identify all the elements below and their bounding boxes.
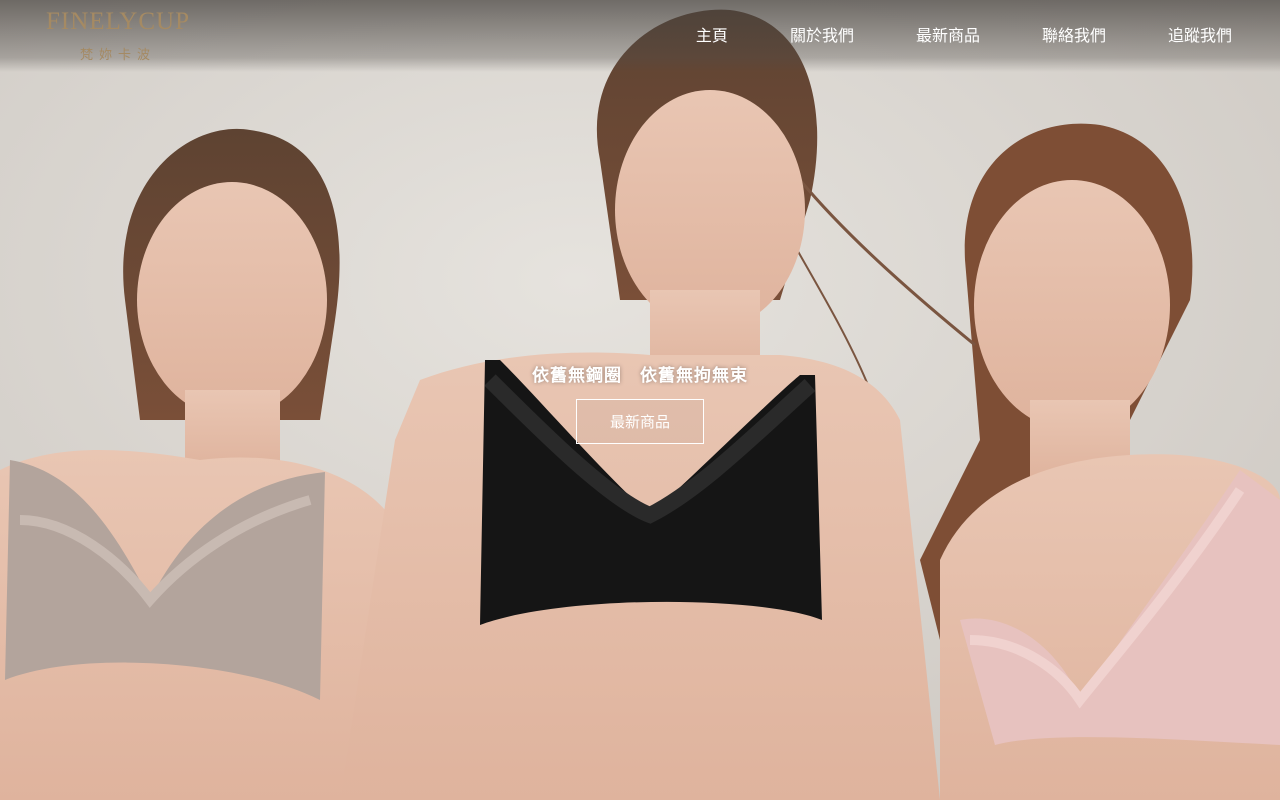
hero-tagline: 依舊無鋼圈 依舊無拘無束 xyxy=(532,366,748,386)
brand-logo[interactable]: FINELYCUP 梵妳卡波 xyxy=(38,8,198,66)
logo-chinese-name: 梵妳卡波 xyxy=(79,48,156,63)
nav-item-home[interactable]: 主頁 xyxy=(696,24,728,48)
main-nav: 主頁 關於我們 最新商品 聯絡我們 追蹤我們 xyxy=(634,24,1232,48)
nav-item-contact[interactable]: 聯絡我們 xyxy=(1042,24,1106,48)
hero-cta: 依舊無鋼圈 依舊無拘無束 最新商品 xyxy=(480,362,800,444)
page: FINELYCUP 梵妳卡波 主頁 關於我們 最新商品 聯絡我們 追蹤我們 依舊… xyxy=(0,0,1280,800)
latest-products-button[interactable]: 最新商品 xyxy=(576,399,704,444)
header-bar: FINELYCUP 梵妳卡波 主頁 關於我們 最新商品 聯絡我們 追蹤我們 xyxy=(0,0,1280,72)
nav-item-about[interactable]: 關於我們 xyxy=(790,24,854,48)
logo-wordmark: FINELYCUP xyxy=(45,8,190,35)
nav-item-follow[interactable]: 追蹤我們 xyxy=(1168,24,1232,48)
nav-item-products[interactable]: 最新商品 xyxy=(916,24,980,48)
